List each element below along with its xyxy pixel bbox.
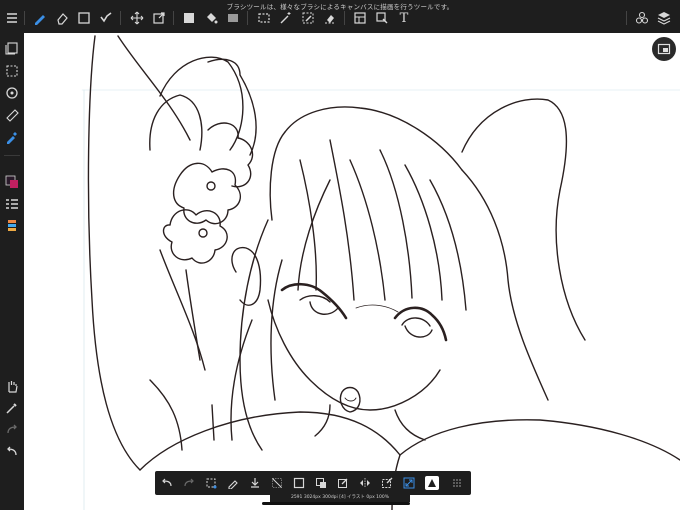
text-icon[interactable]: T [396, 10, 412, 26]
line-art [81, 35, 680, 510]
redo-icon[interactable] [181, 475, 197, 491]
sidebar-divider [4, 155, 20, 156]
toolbar-divider [247, 11, 248, 25]
eyedropper-icon[interactable] [3, 128, 21, 146]
toolbar-divider [626, 11, 627, 25]
top-toolbar: ブラシツールは、様々なブラシによるキャンバスに描画を行うツールです。 T [0, 0, 680, 33]
toolbar-divider [120, 11, 121, 25]
smudge-icon[interactable] [98, 10, 114, 26]
ruler-icon[interactable] [3, 106, 21, 124]
pen-icon[interactable] [225, 475, 241, 491]
bottom-quick-bar [155, 471, 471, 495]
eraser-icon[interactable] [54, 10, 70, 26]
navigator-icon [657, 43, 671, 55]
home-indicator [262, 502, 410, 505]
fit-icon[interactable] [401, 475, 417, 491]
view-icon[interactable] [425, 476, 439, 490]
layers-icon[interactable] [656, 10, 672, 26]
navigator-button[interactable] [652, 37, 676, 61]
rectangle-icon[interactable] [76, 10, 92, 26]
export-icon[interactable] [374, 10, 390, 26]
toolbar-divider [344, 11, 345, 25]
brush-icon[interactable] [32, 10, 48, 26]
clear-icon[interactable] [269, 475, 285, 491]
magic-wand-icon[interactable] [278, 10, 294, 26]
color-icon[interactable] [3, 173, 21, 191]
frame-icon[interactable] [352, 10, 368, 26]
move-icon[interactable] [129, 10, 145, 26]
undo-icon[interactable] [3, 443, 21, 461]
eyedropper-icon[interactable] [3, 399, 21, 417]
hand-icon[interactable] [3, 377, 21, 395]
save-icon[interactable] [247, 475, 263, 491]
pen-select-icon[interactable] [300, 10, 316, 26]
select-all-icon[interactable] [379, 475, 395, 491]
layer-list-icon[interactable] [3, 195, 21, 213]
menu-icon[interactable] [4, 10, 20, 26]
left-sidebar [0, 33, 24, 510]
invert-icon[interactable] [291, 475, 307, 491]
edit-icon[interactable] [335, 475, 351, 491]
fill-color-icon[interactable] [181, 10, 197, 26]
palette-icon[interactable] [3, 217, 21, 235]
canvas-info-text: 2591 3024px 300dpi [4] イラスト 0px 100% [270, 493, 410, 502]
select-icon[interactable] [313, 475, 329, 491]
gradient-icon[interactable] [225, 10, 241, 26]
transform-icon[interactable] [151, 10, 167, 26]
flip-icon[interactable] [357, 475, 373, 491]
bucket-icon[interactable] [203, 10, 219, 26]
redo-icon[interactable] [3, 421, 21, 439]
toolbar-divider [24, 11, 25, 25]
undo-icon[interactable] [159, 475, 175, 491]
drawing-canvas[interactable] [24, 33, 680, 510]
more-icon[interactable] [449, 475, 465, 491]
rotate-icon[interactable] [3, 84, 21, 102]
layers-icon[interactable] [3, 39, 21, 57]
selection-icon[interactable] [256, 10, 272, 26]
materials-icon[interactable] [634, 10, 650, 26]
toolbar-divider [173, 11, 174, 25]
eraser-select-icon[interactable] [322, 10, 338, 26]
selection-icon[interactable] [3, 62, 21, 80]
transform-icon[interactable] [203, 475, 219, 491]
